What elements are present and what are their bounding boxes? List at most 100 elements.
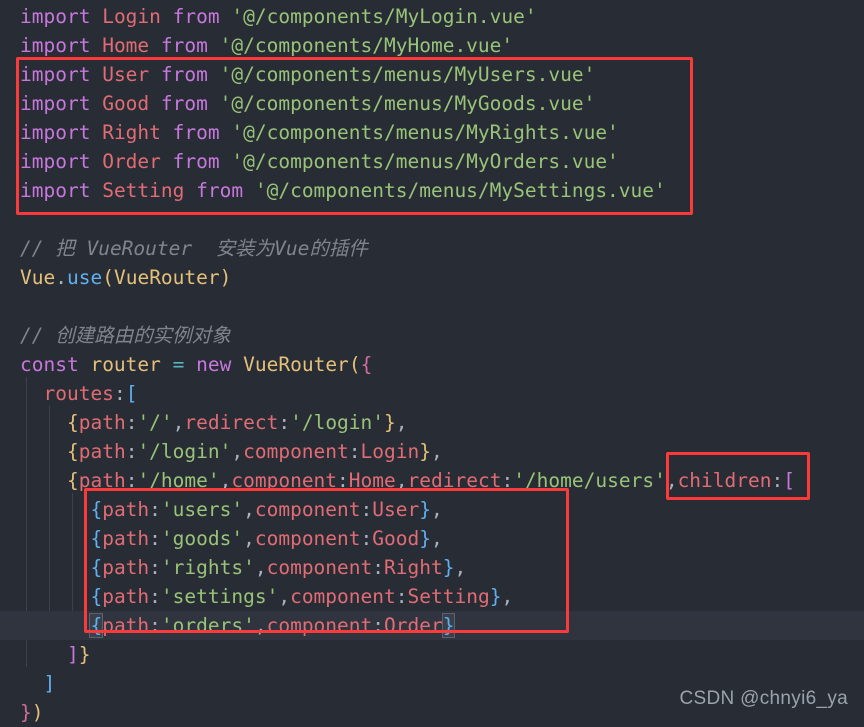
code-line[interactable]: import Home from '@/components/MyHome.vu… bbox=[0, 31, 864, 60]
token-colon: : bbox=[395, 585, 408, 608]
token-brace-close: } bbox=[78, 643, 91, 666]
token-string: 'rights' bbox=[160, 556, 255, 579]
token-comma: , bbox=[278, 585, 291, 608]
token-string: '@/components/menus/MyOrders.vue' bbox=[231, 150, 619, 173]
token-keyword: from bbox=[196, 179, 244, 202]
token-brace-open-matched: { bbox=[89, 613, 104, 638]
token-identifier: Right bbox=[384, 556, 443, 579]
code-line[interactable]: import Order from '@/components/menus/My… bbox=[0, 147, 864, 176]
token-comma: , bbox=[231, 440, 244, 463]
code-line[interactable]: import Right from '@/components/menus/My… bbox=[0, 118, 864, 147]
token-brace-close: } bbox=[419, 527, 431, 550]
token-brace-close: } bbox=[442, 556, 455, 579]
token-bracket-close: ] bbox=[66, 643, 79, 666]
token-property: component bbox=[243, 440, 349, 463]
token-brace-open: { bbox=[66, 411, 79, 434]
token-brace-close: } bbox=[384, 411, 396, 434]
token-comma: , bbox=[219, 469, 232, 492]
code-line[interactable]: {path:'rights',component:Right}, bbox=[0, 553, 864, 582]
token-string: 'goods' bbox=[160, 527, 244, 550]
token-string: '@/components/menus/MyGoods.vue' bbox=[219, 92, 596, 115]
token-identifier: Home bbox=[102, 34, 150, 57]
token-brace-open: { bbox=[90, 556, 103, 579]
code-line-active[interactable]: {path:'orders',component:Order} bbox=[0, 611, 864, 640]
code-line[interactable]: // 把 VueRouter 安装为Vue的插件 bbox=[0, 234, 864, 263]
code-line-blank[interactable] bbox=[0, 205, 864, 234]
code-line[interactable]: import User from '@/components/menus/MyU… bbox=[0, 60, 864, 89]
token-identifier: Setting bbox=[102, 179, 185, 202]
code-line[interactable]: import Setting from '@/components/menus/… bbox=[0, 176, 864, 205]
token-comment: // 把 VueRouter 安装为Vue的插件 bbox=[20, 237, 368, 260]
token-identifier: Home bbox=[348, 469, 396, 492]
code-line[interactable]: import Login from '@/components/MyLogin.… bbox=[0, 2, 864, 31]
token-property: path bbox=[78, 469, 126, 492]
token-keyword: from bbox=[160, 92, 208, 115]
token-property: component bbox=[254, 527, 361, 550]
token-comma: , bbox=[430, 440, 443, 463]
token-colon: : bbox=[360, 498, 373, 521]
token-keyword: import bbox=[20, 92, 91, 115]
token-property: path bbox=[102, 498, 150, 521]
token-identifier: Order bbox=[102, 150, 161, 173]
token-property: component bbox=[266, 556, 373, 579]
token-property: path bbox=[78, 411, 126, 434]
code-line-blank[interactable] bbox=[0, 292, 864, 321]
token-string: 'users' bbox=[160, 498, 244, 521]
token-class: VueRouter bbox=[243, 353, 349, 376]
code-line[interactable]: Vue.use(VueRouter) bbox=[0, 263, 864, 292]
token-colon: : bbox=[372, 614, 385, 637]
token-colon: : bbox=[372, 556, 385, 579]
token-paren-close: ) bbox=[31, 701, 44, 724]
token-comma: , bbox=[254, 556, 267, 579]
token-comma: , bbox=[395, 411, 408, 434]
token-property-children: children bbox=[677, 469, 772, 492]
token-colon: : bbox=[149, 614, 161, 637]
token-string: '@/components/MyHome.vue' bbox=[219, 34, 514, 57]
code-line[interactable]: {path:'users',component:User}, bbox=[0, 495, 864, 524]
token-paren-open: ( bbox=[348, 353, 361, 376]
token-string: '/login' bbox=[290, 411, 385, 434]
code-line[interactable]: {path:'/login',component:Login}, bbox=[0, 437, 864, 466]
code-line[interactable]: {path:'settings',component:Setting}, bbox=[0, 582, 864, 611]
token-comma: , bbox=[454, 556, 467, 579]
code-line[interactable]: // 创建路由的实例对象 bbox=[0, 321, 864, 350]
code-line[interactable]: {path:'goods',component:Good}, bbox=[0, 524, 864, 553]
token-keyword: import bbox=[20, 121, 91, 144]
token-operator: = bbox=[172, 353, 185, 376]
token-brace-open: { bbox=[90, 498, 103, 521]
token-string: '@/components/MyLogin.vue' bbox=[231, 5, 537, 28]
token-keyword: new bbox=[196, 353, 232, 376]
code-line[interactable]: ]} bbox=[0, 640, 864, 669]
token-property: path bbox=[102, 614, 150, 637]
token-brace-open: { bbox=[360, 353, 373, 376]
token-property: path bbox=[102, 527, 150, 550]
token-paren-open: ( bbox=[102, 266, 114, 289]
token-keyword: import bbox=[20, 5, 91, 28]
token-brace-open: { bbox=[66, 440, 79, 463]
csdn-watermark: CSDN @chnyi6_ya bbox=[679, 688, 848, 709]
token-variable: router bbox=[90, 353, 161, 376]
token-identifier: Setting bbox=[407, 585, 490, 608]
code-editor[interactable]: import Login from '@/components/MyLogin.… bbox=[0, 0, 864, 724]
code-line[interactable]: {path:'/home',component:Home,redirect:'/… bbox=[0, 466, 864, 495]
token-bracket-open: [ bbox=[125, 382, 138, 405]
token-brace-close-matched: } bbox=[441, 613, 456, 638]
token-property: redirect bbox=[407, 469, 502, 492]
token-brace-close: } bbox=[20, 701, 32, 724]
token-colon: : bbox=[501, 469, 514, 492]
token-keyword: import bbox=[20, 63, 91, 86]
code-line[interactable]: import Good from '@/components/menus/MyG… bbox=[0, 89, 864, 118]
token-colon: : bbox=[360, 527, 373, 550]
code-line[interactable]: {path:'/',redirect:'/login'}, bbox=[0, 408, 864, 437]
token-property: component bbox=[290, 585, 396, 608]
code-line[interactable]: routes:[ bbox=[0, 379, 864, 408]
token-keyword: import bbox=[20, 34, 91, 57]
token-identifier: User bbox=[102, 63, 150, 86]
token-comment: // 创建路由的实例对象 bbox=[20, 324, 231, 347]
code-line[interactable]: const router = new VueRouter({ bbox=[0, 350, 864, 379]
token-property: path bbox=[102, 556, 150, 579]
token-keyword: const bbox=[20, 353, 79, 376]
token-string: '/login' bbox=[137, 440, 232, 463]
code-lines[interactable]: import Login from '@/components/MyLogin.… bbox=[0, 0, 864, 727]
token-colon: : bbox=[278, 411, 291, 434]
